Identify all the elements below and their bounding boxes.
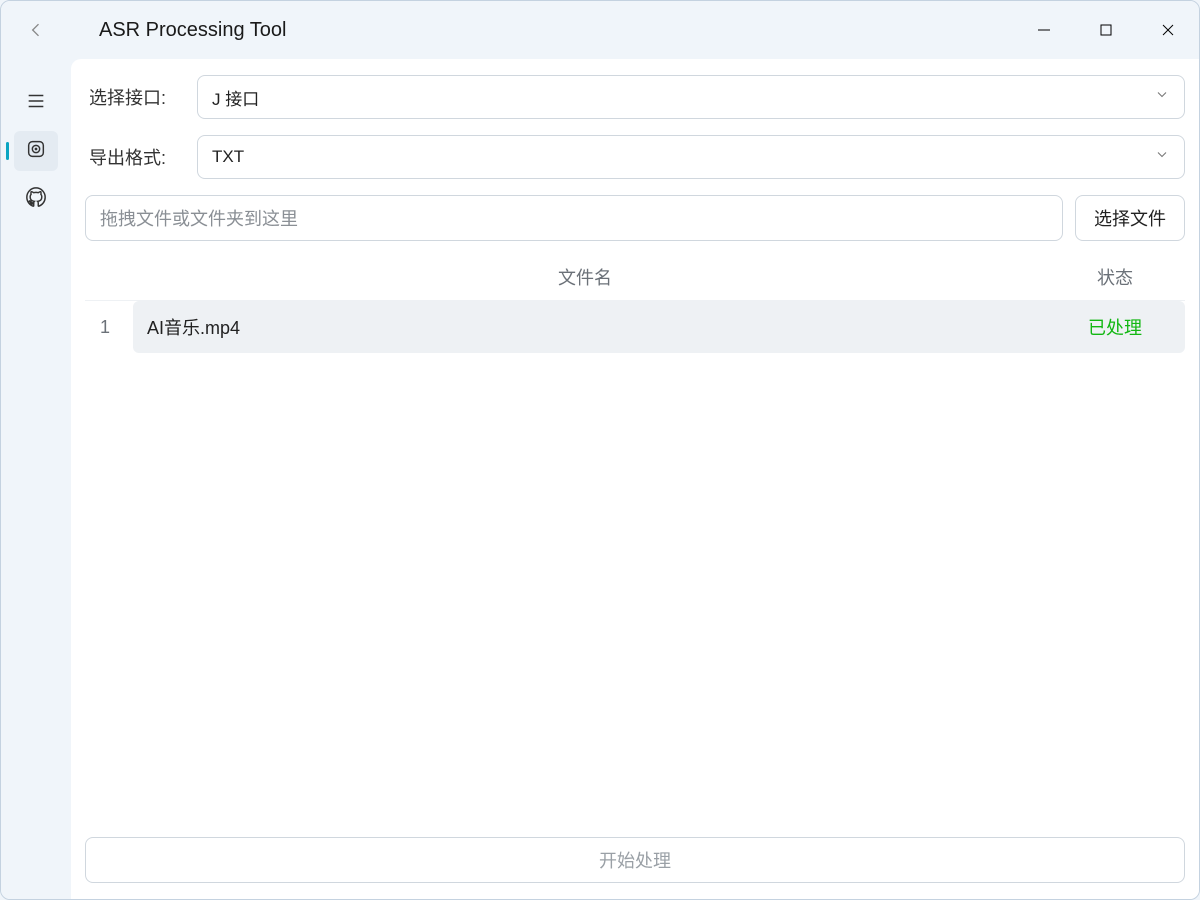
sidebar-item-record[interactable] xyxy=(14,131,58,171)
sidebar-item-menu[interactable] xyxy=(14,83,58,123)
menu-icon xyxy=(25,90,47,117)
export-format-select[interactable]: TXT xyxy=(197,135,1185,179)
content-panel: 选择接口: J 接口 导出格式: TXT 拖拽文件或文件 xyxy=(71,59,1199,899)
choose-file-button[interactable]: 选择文件 xyxy=(1075,195,1185,241)
window-controls xyxy=(1013,1,1199,59)
title-bar: ASR Processing Tool xyxy=(1,1,1199,59)
chevron-down-icon xyxy=(1154,87,1170,108)
app-window: ASR Processing Tool xyxy=(0,0,1200,900)
row-index: 1 xyxy=(85,301,125,353)
body: 选择接口: J 接口 导出格式: TXT 拖拽文件或文件 xyxy=(1,59,1199,899)
file-drop-zone[interactable]: 拖拽文件或文件夹到这里 xyxy=(85,195,1063,241)
minimize-button[interactable] xyxy=(1013,1,1075,59)
export-format-value: TXT xyxy=(212,147,244,167)
export-format-label: 导出格式: xyxy=(85,144,177,170)
col-filename-header: 文件名 xyxy=(125,264,1045,290)
maximize-button[interactable] xyxy=(1075,1,1137,59)
interface-row: 选择接口: J 接口 xyxy=(85,75,1185,119)
window-title: ASR Processing Tool xyxy=(99,19,287,42)
table-row[interactable]: 1AI音乐.mp4已处理 xyxy=(85,301,1185,353)
file-row: 拖拽文件或文件夹到这里 选择文件 xyxy=(85,195,1185,241)
col-status-header: 状态 xyxy=(1045,264,1185,290)
interface-label: 选择接口: xyxy=(85,84,177,110)
table-header: 文件名 状态 xyxy=(85,253,1185,301)
sidebar xyxy=(1,59,71,899)
sidebar-item-github[interactable] xyxy=(14,179,58,219)
back-button[interactable] xyxy=(1,1,71,59)
close-button[interactable] xyxy=(1137,1,1199,59)
footer: 开始处理 xyxy=(85,827,1185,883)
table-body: 1AI音乐.mp4已处理 xyxy=(85,301,1185,827)
chevron-down-icon xyxy=(1154,147,1170,168)
file-table: 文件名 状态 1AI音乐.mp4已处理 xyxy=(85,253,1185,827)
row-filename: AI音乐.mp4 xyxy=(133,301,1045,353)
interface-select[interactable]: J 接口 xyxy=(197,75,1185,119)
record-icon xyxy=(25,138,47,165)
export-format-row: 导出格式: TXT xyxy=(85,135,1185,179)
github-icon xyxy=(25,186,47,213)
start-processing-button[interactable]: 开始处理 xyxy=(85,837,1185,883)
interface-value: J 接口 xyxy=(212,85,259,110)
row-status: 已处理 xyxy=(1045,301,1185,353)
